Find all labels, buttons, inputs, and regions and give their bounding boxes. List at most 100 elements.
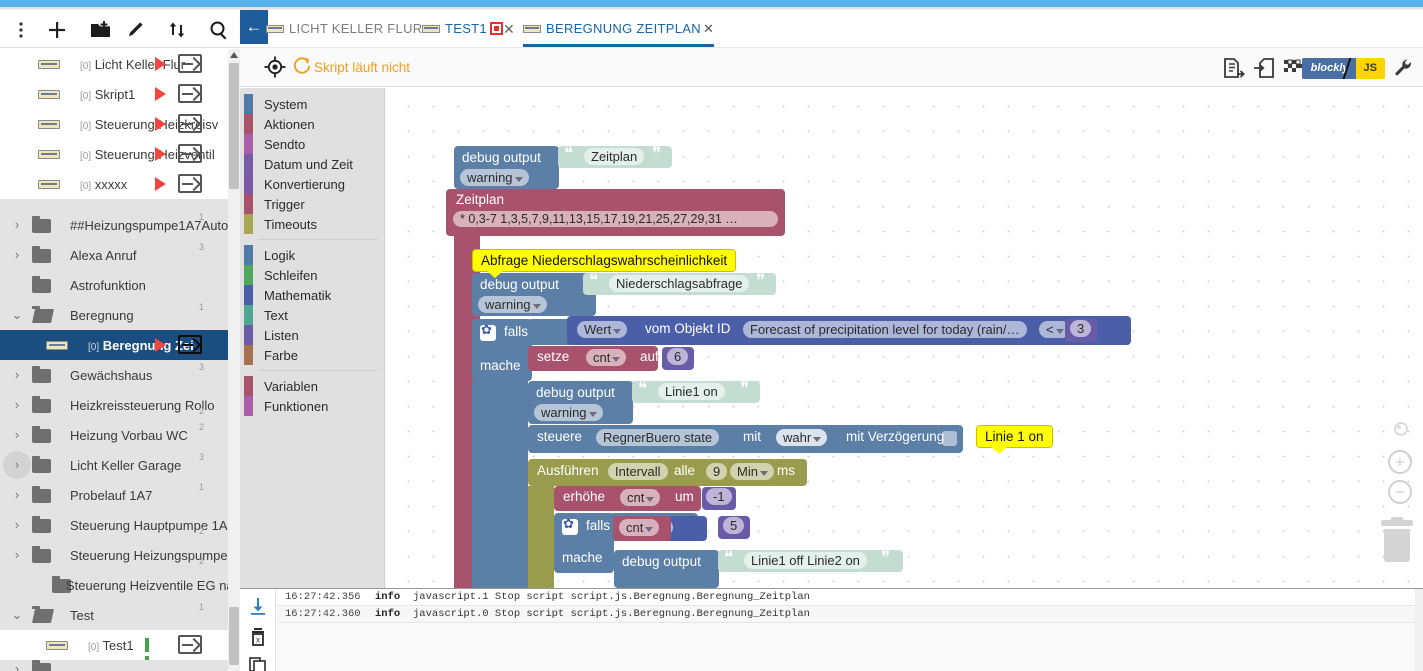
close-icon[interactable]: ✕ bbox=[703, 21, 714, 37]
toolbox-category-konvertierung[interactable]: Konvertierung bbox=[240, 174, 384, 194]
toolbox-category-mathematik[interactable]: Mathematik bbox=[240, 285, 384, 305]
scrollbar-thumb[interactable] bbox=[229, 63, 239, 189]
value-type-dropdown[interactable]: Wert bbox=[577, 321, 628, 338]
list-item-selected[interactable]: [0] Beregnung Zei bbox=[0, 330, 228, 360]
run-icon[interactable] bbox=[155, 87, 166, 101]
block-number-3[interactable]: 3 bbox=[1065, 319, 1097, 342]
sidebar-scrollbar[interactable] bbox=[228, 49, 240, 671]
chevron-right-icon[interactable]: › bbox=[10, 458, 24, 472]
new-folder-icon[interactable] bbox=[88, 18, 114, 42]
scroll-to-bottom-icon[interactable] bbox=[249, 597, 269, 617]
number-field[interactable]: 6 bbox=[667, 348, 689, 365]
log-row[interactable]: 16:27:42.356 info javascript.1 Stop scri… bbox=[277, 589, 1423, 606]
chevron-right-icon[interactable]: › bbox=[10, 518, 24, 532]
add-icon[interactable] bbox=[44, 18, 70, 42]
toolbox-category-aktionen[interactable]: Aktionen bbox=[240, 114, 384, 134]
toolbox-category-trigger[interactable]: Trigger bbox=[240, 194, 384, 214]
text-field[interactable]: Zeitplan bbox=[584, 148, 645, 165]
variable-dropdown[interactable]: cnt bbox=[586, 349, 627, 366]
log-level-dropdown[interactable]: warning bbox=[460, 169, 529, 186]
block-debug-output-1[interactable]: debug output warning bbox=[454, 146, 559, 189]
wrench-icon[interactable] bbox=[1391, 56, 1417, 80]
toolbox-category-variablen[interactable]: Variablen bbox=[240, 376, 384, 396]
zoom-out-button[interactable]: − bbox=[1388, 480, 1412, 504]
tree-group[interactable]: › Probelauf 1A7 1 bbox=[0, 480, 228, 510]
open-script-button[interactable] bbox=[178, 114, 202, 133]
tree-group[interactable]: › Licht Keller Garage 3 bbox=[0, 450, 228, 480]
chevron-right-icon[interactable]: › bbox=[10, 662, 24, 671]
toolbox-category-sendto[interactable]: Sendto bbox=[240, 134, 384, 154]
target-icon[interactable] bbox=[264, 56, 286, 83]
number-field[interactable]: 5 bbox=[723, 517, 745, 534]
open-script-button[interactable] bbox=[178, 84, 202, 103]
log-row[interactable]: 16:27:42.360 info javascript.0 Stop scri… bbox=[277, 606, 1423, 623]
block-control-state[interactable]: steuere RegnerBuero state mit wahr mit V… bbox=[528, 425, 963, 453]
delay-socket[interactable] bbox=[942, 431, 957, 446]
block-interval[interactable]: Ausführen Intervall alle 9 Min bbox=[528, 459, 777, 486]
unit-dropdown[interactable]: Min bbox=[730, 463, 774, 480]
edit-icon[interactable] bbox=[124, 18, 150, 42]
tree-group[interactable]: › Heizkreissteuerung Rollo 2 bbox=[0, 390, 228, 420]
block-debug-output-2[interactable]: debug output warning bbox=[472, 273, 596, 316]
tree-group[interactable]: › Steuerung Heizungspumpe E 2 bbox=[0, 540, 228, 570]
variable-dropdown[interactable]: cnt bbox=[619, 519, 660, 536]
run-icon[interactable] bbox=[155, 177, 166, 191]
close-icon[interactable]: ✕ bbox=[503, 21, 515, 38]
text-field[interactable]: Linie1 on bbox=[658, 383, 725, 400]
chevron-right-icon[interactable]: › bbox=[10, 368, 24, 382]
block-text-string-4[interactable]: ❝ Linie1 off Linie2 on ❞ bbox=[718, 548, 903, 572]
chevron-right-icon[interactable]: › bbox=[10, 248, 24, 262]
toolbox-category-schleifen[interactable]: Schleifen bbox=[240, 265, 384, 285]
block-increase-variable[interactable]: erhöhe cnt um bbox=[554, 486, 701, 511]
chevron-right-icon[interactable]: › bbox=[10, 218, 24, 232]
block-logic-compare-1[interactable]: Wert vom Objekt ID Forecast of precipita… bbox=[567, 316, 1131, 345]
tab-test1[interactable]: TEST1 bbox=[422, 10, 503, 47]
block-debug-output-4[interactable]: debug output bbox=[614, 550, 719, 588]
interval-type-field[interactable]: Intervall bbox=[608, 463, 668, 480]
toolbox-category-listen[interactable]: Listen bbox=[240, 325, 384, 345]
open-script-button[interactable] bbox=[178, 54, 202, 73]
back-button[interactable]: ← bbox=[240, 10, 268, 44]
toolbox-category-datum-und-zeit[interactable]: Datum und Zeit bbox=[240, 154, 384, 174]
number-field[interactable]: 3 bbox=[1070, 320, 1092, 337]
block-set-variable[interactable]: setze cnt auf bbox=[528, 346, 659, 371]
tree-group[interactable]: Steuerung Heizventile EG nach bbox=[0, 570, 228, 600]
list-item[interactable]: [0] Steuerung Heizkreisv bbox=[0, 109, 228, 139]
text-field[interactable]: Niederschlagsabfrage bbox=[609, 275, 750, 292]
open-script-button[interactable] bbox=[178, 335, 202, 354]
block-variable-get-cnt[interactable]: cnt bbox=[613, 516, 671, 541]
tree-group[interactable]: ⌄ Test 1 bbox=[0, 600, 228, 630]
list-item[interactable]: [0] Licht Keller Flur bbox=[0, 49, 228, 79]
tree-group[interactable]: › ##Heizungspumpe1A7Autom 1 bbox=[0, 210, 228, 240]
pause-icon[interactable] bbox=[145, 638, 156, 670]
mutator-icon[interactable] bbox=[562, 516, 578, 535]
chevron-right-icon[interactable]: › bbox=[10, 428, 24, 442]
scrollbar-thumb-secondary[interactable] bbox=[229, 607, 239, 665]
trashcan-icon[interactable] bbox=[1381, 517, 1413, 562]
block-text-string-2[interactable]: ❝ Niederschlagsabfrage ❞ bbox=[583, 271, 776, 295]
open-script-button[interactable] bbox=[178, 144, 202, 163]
run-icon[interactable] bbox=[155, 338, 166, 352]
list-item[interactable]: [0] Skript1 bbox=[0, 79, 228, 109]
tree-group[interactable]: › Heizung Vorbau WC 2 bbox=[0, 420, 228, 450]
boolean-dropdown[interactable]: wahr bbox=[776, 429, 828, 446]
blockly-workspace[interactable]: System Aktionen Sendto Datum und Zeit Ko… bbox=[240, 88, 1423, 588]
list-item[interactable]: [0] Steuerung Heizventil bbox=[0, 139, 228, 169]
toolbox-category-system[interactable]: System bbox=[240, 94, 384, 114]
toolbox-category-timeouts[interactable]: Timeouts bbox=[240, 214, 384, 234]
list-item[interactable]: [0] Test1 bbox=[0, 630, 228, 670]
block-comment-2[interactable]: Linie 1 on bbox=[976, 425, 1053, 454]
toolbox-category-funktionen[interactable]: Funktionen bbox=[240, 396, 384, 416]
toolbox-category-logik[interactable]: Logik bbox=[240, 245, 384, 265]
script-tree[interactable]: [0] Licht Keller Flur [0] Skript1 [0] St… bbox=[0, 49, 228, 671]
chevron-down-icon[interactable]: ⌄ bbox=[10, 308, 24, 322]
block-if-1[interactable]: falls mache bbox=[472, 319, 532, 381]
amount-field[interactable]: 9 bbox=[706, 463, 728, 480]
tree-group[interactable]: › Alexa Anruf 3 bbox=[0, 240, 228, 270]
import-blocks-icon[interactable] bbox=[1251, 56, 1277, 80]
run-icon[interactable] bbox=[155, 147, 166, 161]
export-blocks-icon[interactable] bbox=[1221, 56, 1247, 80]
log-level-dropdown[interactable]: warning bbox=[478, 296, 547, 313]
chevron-right-icon[interactable]: › bbox=[10, 398, 24, 412]
copy-log-icon[interactable] bbox=[249, 655, 269, 671]
